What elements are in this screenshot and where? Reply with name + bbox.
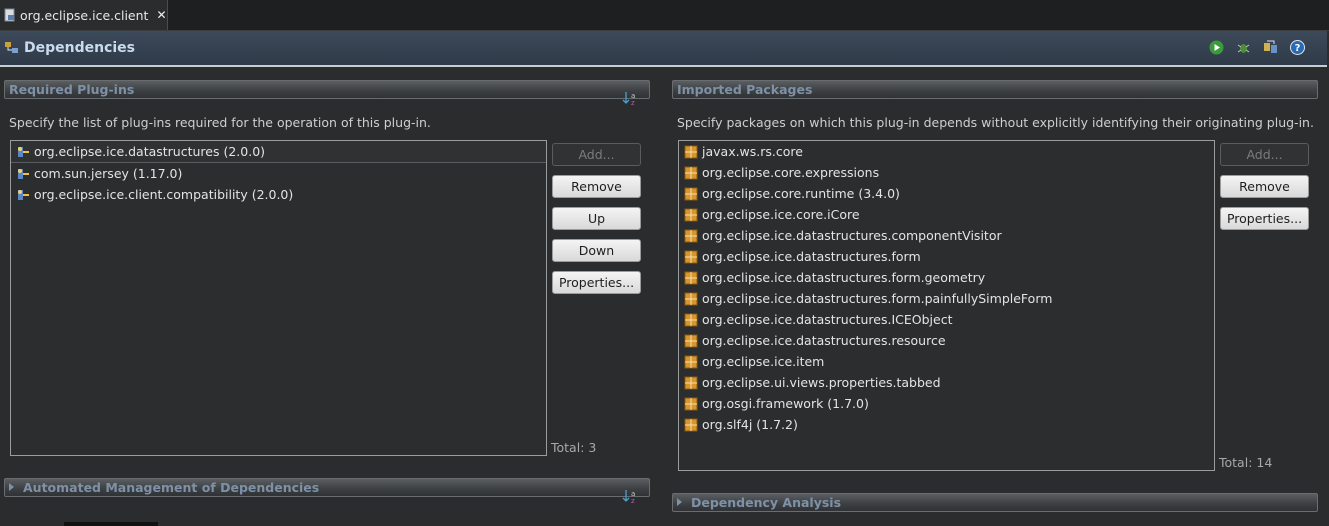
close-icon[interactable]: ✕: [156, 8, 166, 22]
package-icon: [684, 208, 698, 221]
list-item[interactable]: javax.ws.rs.core: [679, 141, 1214, 162]
list-item[interactable]: org.eclipse.ice.datastructures.resource: [679, 330, 1214, 351]
list-item-label: com.sun.jersey (1.17.0): [34, 166, 183, 181]
list-item-label: org.eclipse.ui.views.properties.tabbed: [702, 375, 941, 390]
add-button[interactable]: Add...: [552, 143, 641, 166]
sort-icon[interactable]: a z: [622, 488, 638, 504]
properties-button[interactable]: Properties...: [1220, 207, 1309, 230]
list-item-label: org.eclipse.ice.datastructures.form: [702, 249, 921, 264]
form-toolbar: ?: [1209, 40, 1305, 55]
plugin-icon: [18, 146, 29, 157]
dependencies-icon: [5, 42, 18, 53]
list-item[interactable]: org.eclipse.core.expressions: [679, 162, 1214, 183]
section-title: Automated Management of Dependencies: [23, 480, 320, 495]
list-item-label: org.eclipse.ice.datastructures.form.geom…: [702, 270, 986, 285]
debug-icon[interactable]: [1236, 40, 1251, 55]
list-item[interactable]: org.eclipse.ice.client.compatibility (2.…: [11, 184, 546, 205]
section-title: Required Plug-ins: [9, 82, 135, 97]
list-item-label: org.eclipse.ice.item: [702, 354, 825, 369]
package-icon: [684, 418, 698, 431]
list-item-label: org.eclipse.core.expressions: [702, 165, 880, 180]
imported-packages-list[interactable]: javax.ws.rs.core org.eclipse.core.express…: [678, 140, 1215, 471]
list-item-label: org.eclipse.ice.client.compatibility (2.…: [34, 187, 294, 202]
remove-button[interactable]: Remove: [1220, 175, 1309, 198]
run-icon[interactable]: [1209, 40, 1224, 55]
section-title: Dependency Analysis: [691, 495, 842, 510]
editor-tab[interactable]: org.eclipse.ice.client ✕: [0, 0, 168, 30]
package-icon: [684, 145, 698, 158]
imported-packages-total: Total: 14: [1219, 455, 1273, 470]
list-item[interactable]: org.eclipse.ui.views.properties.tabbed: [679, 372, 1214, 393]
package-icon: [684, 229, 698, 242]
list-item-label: org.eclipse.ice.datastructures.form.pain…: [702, 291, 1053, 306]
list-item-label: org.eclipse.ice.core.iCore: [702, 207, 860, 222]
chevron-right-icon: [677, 498, 682, 506]
required-plugins-list[interactable]: org.eclipse.ice.datastructures (2.0.0) c…: [10, 140, 547, 456]
list-item-label: org.eclipse.ice.datastructures.resource: [702, 333, 946, 348]
list-item-label: org.eclipse.ice.datastructures.ICEObject: [702, 312, 953, 327]
list-item[interactable]: org.eclipse.ice.datastructures (2.0.0): [11, 141, 546, 163]
page-title: Dependencies: [24, 40, 136, 56]
list-item-label: org.slf4j (1.7.2): [702, 417, 798, 432]
package-icon: [684, 313, 698, 326]
list-item-label: org.eclipse.ice.datastructures (2.0.0): [34, 144, 266, 159]
list-item[interactable]: org.eclipse.ice.datastructures.ICEObject: [679, 309, 1214, 330]
down-button[interactable]: Down: [552, 239, 641, 262]
list-item[interactable]: org.osgi.framework (1.7.0): [679, 393, 1214, 414]
package-icon: [684, 166, 698, 179]
svg-text:z: z: [631, 497, 635, 504]
section-title: Imported Packages: [677, 82, 813, 97]
svg-text:z: z: [631, 99, 635, 106]
required-plugins-section-header[interactable]: Required Plug-ins: [4, 80, 650, 99]
list-item-label: javax.ws.rs.core: [702, 144, 803, 159]
package-icon: [684, 334, 698, 347]
list-item[interactable]: org.eclipse.ice.item: [679, 351, 1214, 372]
help-icon[interactable]: ?: [1290, 40, 1305, 55]
required-plugins-total: Total: 3: [551, 440, 597, 455]
list-item[interactable]: org.slf4j (1.7.2): [679, 414, 1214, 435]
package-icon: [684, 397, 698, 410]
package-icon: [684, 355, 698, 368]
package-icon: [684, 292, 698, 305]
list-item[interactable]: org.eclipse.ice.datastructures.component…: [679, 225, 1214, 246]
sort-icon[interactable]: a z: [622, 90, 638, 106]
package-icon: [684, 271, 698, 284]
list-item[interactable]: com.sun.jersey (1.17.0): [11, 163, 546, 184]
horizontal-scrollbar[interactable]: [64, 522, 158, 526]
plugin-icon: [18, 189, 29, 200]
automated-management-section-header[interactable]: Automated Management of Dependencies: [4, 478, 650, 497]
properties-button[interactable]: Properties...: [552, 271, 641, 294]
required-plugins-description: Specify the list of plug-ins required fo…: [9, 115, 431, 130]
add-button[interactable]: Add...: [1220, 143, 1309, 166]
list-item[interactable]: org.eclipse.core.runtime (3.4.0): [679, 183, 1214, 204]
plugin-manifest-icon: [4, 8, 15, 22]
list-item[interactable]: org.eclipse.ice.core.iCore: [679, 204, 1214, 225]
chevron-right-icon: [9, 483, 14, 491]
up-button[interactable]: Up: [552, 207, 641, 230]
export-icon[interactable]: [1263, 40, 1278, 55]
package-icon: [684, 250, 698, 263]
imported-packages-section-header[interactable]: Imported Packages: [672, 80, 1318, 99]
list-item-label: org.eclipse.core.runtime (3.4.0): [702, 186, 900, 201]
plugin-icon: [18, 168, 29, 179]
list-item[interactable]: org.eclipse.ice.datastructures.form.pain…: [679, 288, 1214, 309]
list-item-label: org.osgi.framework (1.7.0): [702, 396, 869, 411]
editor-tab-bar: org.eclipse.ice.client ✕: [0, 0, 1329, 31]
list-item[interactable]: org.eclipse.ice.datastructures.form.geom…: [679, 267, 1214, 288]
remove-button[interactable]: Remove: [552, 175, 641, 198]
imported-packages-description: Specify packages on which this plug-in d…: [677, 115, 1314, 130]
package-icon: [684, 376, 698, 389]
package-icon: [684, 187, 698, 200]
list-item-label: org.eclipse.ice.datastructures.component…: [702, 228, 1002, 243]
dependency-analysis-section-header[interactable]: Dependency Analysis: [672, 493, 1318, 512]
editor-tab-label: org.eclipse.ice.client: [20, 7, 149, 23]
list-item[interactable]: org.eclipse.ice.datastructures.form: [679, 246, 1214, 267]
svg-text:?: ?: [1295, 43, 1301, 54]
form-header: Dependencies ?: [0, 31, 1327, 67]
